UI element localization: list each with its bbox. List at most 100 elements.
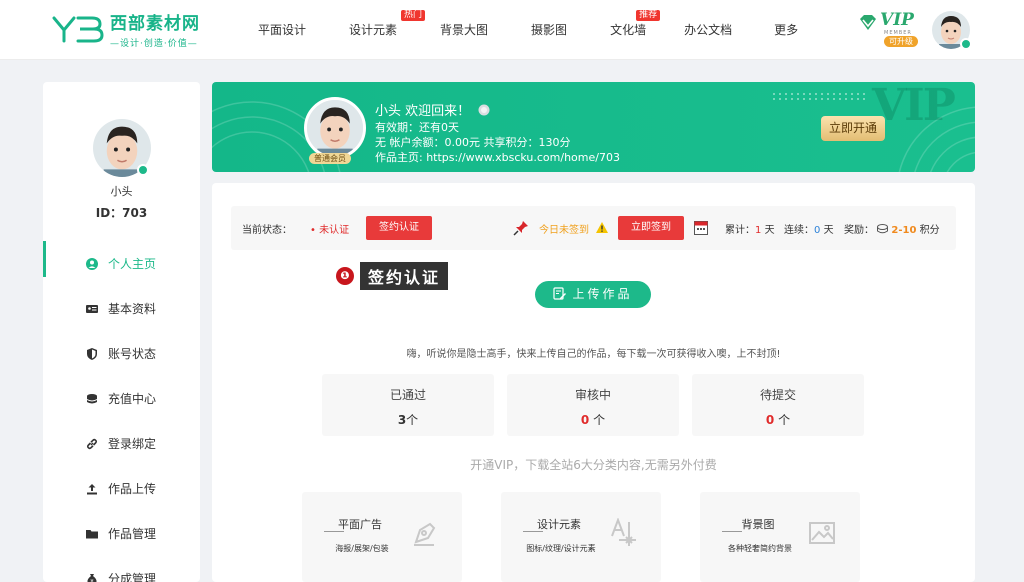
reward-value: 2-10 [891,225,917,236]
category-card-backgrounds[interactable]: 背景图 各种轻奢简约背景 [700,492,860,582]
category-card-design-elements[interactable]: 设计元素 图标/纹理/设计元素 [501,492,661,582]
stat-number: 3 [397,413,407,427]
nav-item-culture-wall[interactable]: 文化墙 推荐 [610,0,661,60]
stat-label: 已通过 [389,388,426,402]
category-divider [722,531,742,532]
reward-unit: 积分 [919,225,940,236]
category-title: 设计元素 [537,518,581,531]
calendar-icon[interactable] [694,220,708,235]
category-subtitle: 海报/展架/包装 [335,544,389,553]
sidebar-item-label: 充值中心 [108,392,157,406]
yb-logo-icon [52,16,104,43]
avatar-image [307,100,363,156]
category-title: 平面广告 [338,518,382,531]
upload-works-button[interactable]: 上传作品 [535,281,651,308]
verify-button[interactable]: 签约认证 [366,216,432,240]
online-status-icon [137,164,149,176]
shield-icon [87,347,97,360]
welcome-text: 小头 欢迎回来！ [375,104,471,119]
nav-item-graphic-design[interactable]: 平面设计 [258,0,306,60]
stat-number: 0 [580,413,590,427]
sidebar-item-recharge[interactable]: 充值中心 [43,376,200,421]
sidebar-item-revenue-share[interactable]: ¥ 分成管理 [43,556,200,582]
category-title: 背景图 [741,518,775,531]
stat-value: 3个 [322,411,494,428]
stat-reviewing[interactable]: 审核中 0 个 [507,374,679,436]
reward-points: 奖励： 2-10 积分 [844,221,940,236]
cumulative-value: 1 [755,225,762,236]
status-value: • 未认证 [310,225,350,236]
welcome-banner: VIP 普通会员 小头 欢迎回来！ 有效期：还有0天 无 帐户余额：0.00元 … [212,82,975,172]
cumulative-unit: 天 [764,225,775,236]
diamond-icon [860,15,876,30]
site-logo[interactable]: 西部素材网 —设计·创造·价值— [50,9,200,49]
main-panel: 当前状态： • 未认证 签约认证 今日未签到 立即签到 累计：1 天 连续：0 … [212,183,975,582]
welcome-title: 小头 欢迎回来！ [375,100,490,119]
link-icon [86,438,98,449]
stat-pending-submit[interactable]: 待提交 0 个 [692,374,864,436]
top-navigation-bar: 西部素材网 —设计·创造·价值— 平面设计 设计元素 热门 背景大图 摄影图 文… [0,0,1024,60]
category-subtitle: 各种轻奢简约背景 [728,544,792,553]
homepage-link[interactable]: 作品主页: https://www.xbscku.com/home/703 [375,149,620,165]
upload-label: 上传作品 [572,287,633,301]
main-nav: 平面设计 设计元素 热门 背景大图 摄影图 文化墙 推荐 办公文档 更多 [258,0,798,60]
nav-label: 平面设计 [258,23,307,37]
sidebar-item-account-status[interactable]: 账号状态 [43,331,200,376]
stat-label: 审核中 [574,388,611,402]
cumulative-label: 累计： [725,225,755,236]
medal-icon [478,104,490,116]
annotation-label: 签约认证 [360,262,449,290]
stat-value: 0 个 [692,411,864,428]
balance-text: 无 帐户余额：0.00元 共享积分：130分 [375,136,571,149]
nav-item-office-docs[interactable]: 办公文档 [684,0,732,60]
nav-label: 摄影图 [531,23,568,37]
warning-icon [596,222,608,233]
sign-in-status: 今日未签到 [539,225,589,236]
nav-label: 办公文档 [684,23,733,37]
sidebar-item-label: 作品管理 [108,527,157,541]
status-bar: 当前状态： • 未认证 签约认证 今日未签到 立即签到 累计：1 天 连续：0 … [231,206,956,250]
sidebar-item-basic-info[interactable]: 基本资料 [43,286,200,331]
sign-in-button[interactable]: 立即签到 [618,216,684,240]
sidebar-item-label: 个人主页 [108,257,157,271]
stat-number: 0 [765,413,775,427]
nav-label: 背景大图 [440,23,489,37]
vip-word: VIP [880,10,914,30]
vip-badge[interactable]: VIP MEMBER 可升级 [858,10,920,47]
sidebar-item-manage-works[interactable]: 作品管理 [43,511,200,556]
category-card-print-ads[interactable]: 平面广告 海报/展架/包装 [302,492,462,582]
reward-label: 奖励： [844,225,874,236]
sidebar-item-upload-works[interactable]: 作品上传 [43,466,200,511]
nav-item-photography[interactable]: 摄影图 [531,0,567,60]
stat-label: 待提交 [759,388,796,402]
stat-approved[interactable]: 已通过 3个 [322,374,494,436]
text-tool-icon [611,518,636,546]
sidebar-item-label: 账号状态 [108,347,157,361]
nav-label: 设计元素 [349,23,398,37]
status-label: 当前状态： [242,225,292,236]
id-card-icon [86,304,98,313]
open-vip-button[interactable]: 立即开通 [821,116,885,141]
sidebar-item-login-binding[interactable]: 登录绑定 [43,421,200,466]
svg-text:¥: ¥ [90,579,93,582]
user-circle-icon [86,257,98,270]
category-divider [324,531,344,532]
nav-item-more[interactable]: 更多 [774,0,798,60]
image-icon [809,522,835,544]
sidebar-item-profile[interactable]: 个人主页 [43,241,200,286]
nav-item-backgrounds[interactable]: 背景大图 [440,0,488,60]
recommend-badge: 推荐 [636,10,661,21]
stat-unit: 个 [778,413,791,427]
nav-label: 文化墙 [610,23,647,37]
category-subtitle: 图标/纹理/设计元素 [526,544,596,553]
folder-icon [86,529,98,538]
cumulative-days: 累计：1 天 [725,221,775,236]
online-status-icon [960,38,972,50]
coin-stack-icon [877,224,889,234]
upload-icon [87,483,97,494]
upload-hint: 嗨，听说你是隐士高手，快来上传自己的作品，每下载一次可获得收入噢，上不封顶! [406,349,781,360]
annotation-number: ❶ [336,267,354,285]
nav-label: 更多 [774,23,799,37]
sidebar-item-label: 登录绑定 [108,437,157,451]
nav-item-design-elements[interactable]: 设计元素 热门 [349,0,426,60]
